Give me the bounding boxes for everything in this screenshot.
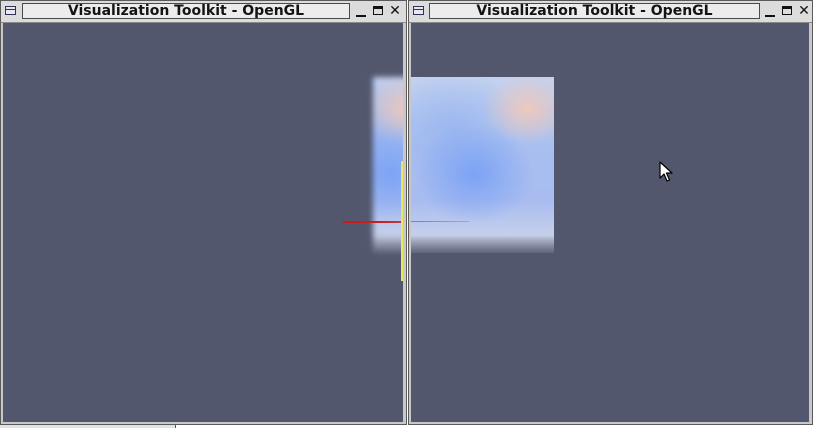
minimize-icon [765, 15, 775, 17]
close-button[interactable]: ✕ [388, 4, 402, 18]
title-bar[interactable]: Visualization Toolkit - OpenGL ✕ [409, 1, 812, 23]
y-axis-line [401, 161, 403, 281]
x-axis-line [411, 221, 469, 222]
maximize-icon [373, 6, 383, 15]
vtk-window-left[interactable]: Visualization Toolkit - OpenGL ✕ [0, 0, 407, 425]
maximize-button[interactable] [371, 4, 385, 18]
close-icon: ✕ [798, 3, 810, 19]
window-title: Visualization Toolkit - OpenGL [429, 3, 760, 19]
minimize-icon [356, 15, 366, 17]
volume-fade [373, 235, 403, 253]
volume-render [411, 77, 554, 253]
vtk-window-right[interactable]: Visualization Toolkit - OpenGL ✕ [408, 0, 813, 425]
title-bar[interactable]: Visualization Toolkit - OpenGL ✕ [1, 1, 406, 23]
mouse-pointer-icon [659, 161, 673, 182]
window-menu-icon[interactable] [413, 6, 424, 15]
minimize-button[interactable] [354, 4, 368, 18]
close-icon: ✕ [389, 3, 401, 19]
x-axis-line [343, 221, 403, 223]
maximize-button[interactable] [780, 4, 794, 18]
desktop: Visualization Toolkit - OpenGL ✕ Visuali… [0, 0, 813, 428]
close-button[interactable]: ✕ [797, 4, 811, 18]
minimize-button[interactable] [763, 4, 777, 18]
window-menu-icon[interactable] [5, 6, 16, 15]
maximize-icon [782, 6, 792, 15]
render-viewport[interactable] [3, 23, 403, 422]
volume-fade [411, 235, 554, 253]
volume-render [373, 77, 403, 253]
window-title: Visualization Toolkit - OpenGL [22, 3, 350, 19]
render-viewport[interactable] [411, 23, 809, 422]
